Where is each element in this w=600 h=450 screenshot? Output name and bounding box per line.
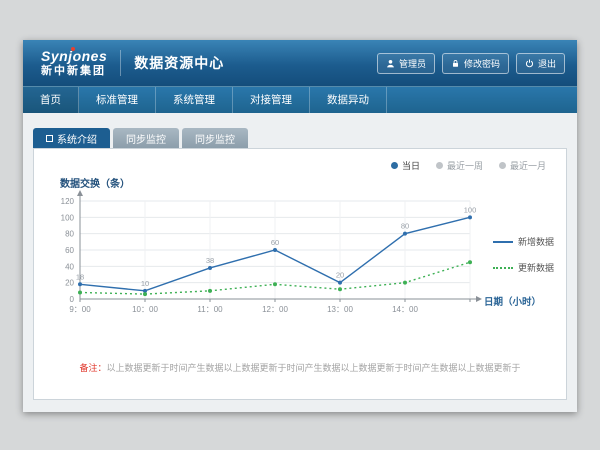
data-point bbox=[208, 289, 212, 293]
app-title: 数据资源中心 bbox=[134, 53, 224, 73]
nav-item-system-mgmt[interactable]: 系统管理 bbox=[156, 87, 233, 113]
dotted-line-icon bbox=[493, 267, 513, 269]
filter-last-month[interactable]: 最近一月 bbox=[499, 159, 546, 172]
app-header: Synjones 新中新集团 数据资源中心 管理员 修改密码 退出 bbox=[23, 40, 577, 86]
filter-today-label: 当日 bbox=[402, 159, 420, 172]
filter-last-week-label: 最近一周 bbox=[447, 159, 483, 172]
logout-icon bbox=[525, 59, 534, 68]
data-point bbox=[208, 266, 212, 270]
logout-button[interactable]: 退出 bbox=[516, 53, 565, 74]
chart-canvas: 0 20 40 60 80 100 120 9：00 10：00 11：00 12：00 13：00 1… bbox=[48, 189, 484, 324]
chart-panel: 当日 最近一周 最近一月 数据交换（条） 0 20 40 60 80 100 120 9：00… bbox=[33, 148, 567, 400]
nav-item-home[interactable]: 首页 bbox=[23, 87, 79, 113]
y-axis-title: 数据交换（条） bbox=[60, 175, 130, 190]
svg-text:10: 10 bbox=[141, 279, 149, 288]
header-divider bbox=[120, 50, 121, 76]
radio-dot-icon bbox=[436, 162, 443, 169]
solid-line-icon bbox=[493, 241, 513, 243]
app-window: Synjones 新中新集团 数据资源中心 管理员 修改密码 退出 首页 标准管… bbox=[23, 40, 577, 412]
data-point bbox=[403, 232, 407, 236]
x-axis-title: 日期（小时） bbox=[484, 294, 541, 308]
svg-text:0: 0 bbox=[70, 295, 75, 304]
data-point bbox=[273, 282, 277, 286]
footnote: 备注：以上数据更新于时间产生数据以上数据更新于时间产生数据以上数据更新于时间产生… bbox=[58, 361, 542, 374]
tab-system-intro-label: 系统介绍 bbox=[57, 131, 97, 146]
legend-new-data-label: 新增数据 bbox=[518, 235, 554, 248]
data-point bbox=[403, 281, 407, 285]
tab-sync-monitor-1-label: 同步监控 bbox=[126, 131, 166, 146]
admin-button-label: 管理员 bbox=[399, 57, 426, 70]
svg-text:11：00: 11：00 bbox=[197, 305, 223, 314]
svg-text:38: 38 bbox=[206, 256, 214, 265]
svg-text:13：00: 13：00 bbox=[327, 305, 353, 314]
svg-text:10：00: 10：00 bbox=[132, 305, 158, 314]
data-point bbox=[78, 282, 82, 286]
svg-text:120: 120 bbox=[61, 197, 75, 206]
tab-sync-monitor-1[interactable]: 同步监控 bbox=[113, 128, 179, 148]
logo-text: Synjones bbox=[41, 49, 107, 63]
tab-grid-icon bbox=[46, 135, 53, 142]
filter-last-month-label: 最近一月 bbox=[510, 159, 546, 172]
header-actions: 管理员 修改密码 退出 bbox=[377, 53, 565, 74]
legend-item-new-data[interactable]: 新增数据 bbox=[493, 235, 554, 248]
nav-item-data-change[interactable]: 数据异动 bbox=[310, 87, 387, 113]
svg-text:60: 60 bbox=[271, 238, 279, 247]
tab-sync-monitor-2-label: 同步监控 bbox=[195, 131, 235, 146]
svg-text:40: 40 bbox=[65, 262, 74, 271]
svg-text:18: 18 bbox=[76, 272, 84, 281]
tab-bar: 系统介绍 同步监控 同步监控 bbox=[23, 113, 577, 148]
svg-text:9：00: 9：00 bbox=[69, 305, 91, 314]
data-point bbox=[273, 248, 277, 252]
footnote-text: 以上数据更新于时间产生数据以上数据更新于时间产生数据以上数据更新于时间产生数据以… bbox=[107, 363, 521, 373]
svg-text:20: 20 bbox=[336, 271, 344, 280]
legend-item-update-data[interactable]: 更新数据 bbox=[493, 261, 554, 274]
data-point bbox=[143, 292, 147, 296]
radio-dot-icon bbox=[391, 162, 398, 169]
svg-text:100: 100 bbox=[464, 205, 477, 214]
svg-text:80: 80 bbox=[65, 230, 74, 239]
data-point bbox=[338, 281, 342, 285]
svg-text:12：00: 12：00 bbox=[262, 305, 288, 314]
radio-dot-icon bbox=[499, 162, 506, 169]
change-password-button[interactable]: 修改密码 bbox=[442, 53, 509, 74]
tab-system-intro[interactable]: 系统介绍 bbox=[33, 128, 110, 148]
tab-sync-monitor-2[interactable]: 同步监控 bbox=[182, 128, 248, 148]
logo-red-dot-icon bbox=[71, 47, 75, 51]
svg-text:100: 100 bbox=[61, 213, 75, 222]
filter-today[interactable]: 当日 bbox=[391, 159, 420, 172]
nav-item-connect-mgmt[interactable]: 对接管理 bbox=[233, 87, 310, 113]
data-point bbox=[468, 215, 472, 219]
svg-text:20: 20 bbox=[65, 279, 74, 288]
lock-icon bbox=[451, 59, 460, 68]
legend-update-data-label: 更新数据 bbox=[518, 261, 554, 274]
footnote-label: 备注： bbox=[79, 363, 106, 373]
logout-button-label: 退出 bbox=[538, 57, 556, 70]
svg-text:80: 80 bbox=[401, 222, 409, 231]
filter-last-week[interactable]: 最近一周 bbox=[436, 159, 483, 172]
data-point bbox=[78, 290, 82, 294]
data-point bbox=[338, 287, 342, 291]
chart-area: 0 20 40 60 80 100 120 9：00 10：00 11：00 12：00 13：00 1… bbox=[48, 189, 484, 329]
time-range-filters: 当日 最近一周 最近一月 bbox=[391, 159, 546, 172]
main-nav: 首页 标准管理 系统管理 对接管理 数据异动 bbox=[23, 86, 577, 113]
svg-text:14：00: 14：00 bbox=[392, 305, 418, 314]
series-legend: 新增数据 更新数据 bbox=[493, 235, 554, 274]
company-logo: Synjones 新中新集团 bbox=[41, 49, 107, 77]
admin-button[interactable]: 管理员 bbox=[377, 53, 435, 74]
change-password-button-label: 修改密码 bbox=[464, 57, 500, 70]
svg-text:60: 60 bbox=[65, 246, 74, 255]
user-icon bbox=[386, 59, 395, 68]
logo-subtitle: 新中新集团 bbox=[41, 66, 107, 77]
data-point bbox=[468, 260, 472, 264]
nav-item-standard-mgmt[interactable]: 标准管理 bbox=[79, 87, 156, 113]
